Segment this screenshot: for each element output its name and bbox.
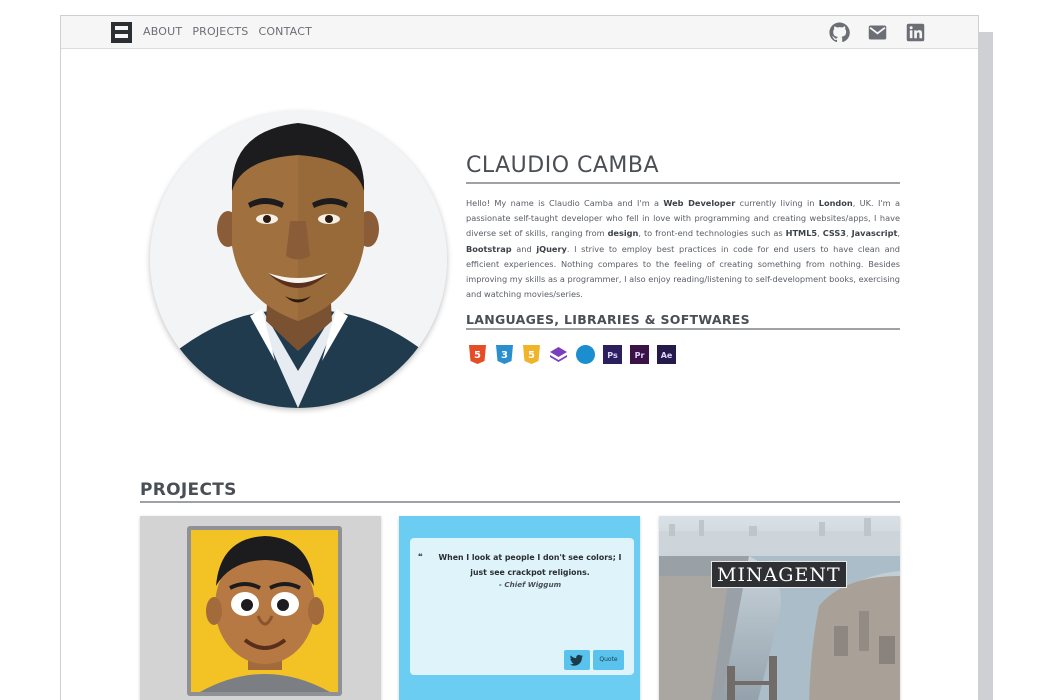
bio-text: Hello! My name is Claudio Camba and I'm … bbox=[466, 198, 664, 208]
envelope-icon[interactable] bbox=[867, 22, 888, 43]
navbar: ABOUT PROJECTS CONTACT bbox=[61, 16, 978, 49]
bio-text: , bbox=[897, 228, 900, 239]
bio-highlight: London bbox=[818, 198, 853, 208]
profile-name: CLAUDIO CAMBA bbox=[466, 153, 660, 178]
jquery-icon bbox=[576, 345, 595, 364]
bio-highlight: jQuery bbox=[536, 243, 567, 254]
nav-link-about[interactable]: ABOUT bbox=[143, 25, 182, 38]
skills-divider bbox=[466, 328, 900, 330]
linkedin-icon[interactable] bbox=[905, 22, 926, 43]
photoshop-icon: Ps bbox=[603, 345, 622, 364]
bio-highlight: HTML5 bbox=[785, 228, 818, 239]
html5-label: 5 bbox=[474, 350, 481, 361]
quote-author: - Chief Wiggum bbox=[498, 580, 562, 589]
twitter-icon bbox=[570, 654, 583, 666]
quote-text: When I look at people I don't see colors… bbox=[438, 553, 622, 577]
portrait-illustration bbox=[150, 111, 447, 408]
projects-divider bbox=[140, 501, 900, 503]
profile-avatar bbox=[150, 111, 447, 408]
after-effects-label: Ae bbox=[661, 351, 673, 360]
javascript-icon: 5 bbox=[523, 345, 540, 364]
css3-label: 3 bbox=[501, 350, 508, 361]
css3-icon: 3 bbox=[496, 345, 513, 364]
projects-heading: PROJECTS bbox=[140, 480, 237, 500]
tweet-button[interactable] bbox=[564, 650, 590, 670]
photoshop-label: Ps bbox=[607, 351, 618, 360]
quote-mark-icon: ❝ bbox=[418, 552, 423, 561]
project-card-avatar-game[interactable] bbox=[140, 516, 381, 700]
premiere-label: Pr bbox=[635, 351, 645, 360]
bootstrap-icon bbox=[550, 347, 567, 362]
bio-highlight: CSS3 bbox=[822, 228, 846, 239]
profile-bio: Hello! My name is Claudio Camba and I'm … bbox=[466, 196, 900, 302]
bio-highlight: design bbox=[607, 228, 639, 239]
project-card-minagent[interactable]: MINAGENT bbox=[659, 516, 900, 700]
html5-icon: 5 bbox=[469, 345, 486, 364]
after-effects-icon: Ae bbox=[657, 345, 676, 364]
nav-links: ABOUT PROJECTS CONTACT bbox=[143, 25, 312, 38]
bio-highlight: Javascript bbox=[851, 228, 898, 239]
quote-box: ❝ When I look at people I don't see colo… bbox=[410, 538, 634, 675]
javascript-label: 5 bbox=[528, 350, 535, 361]
bio-text: currently living in bbox=[735, 198, 819, 208]
bio-text: and bbox=[511, 243, 537, 254]
new-quote-button[interactable]: Quote bbox=[593, 650, 624, 670]
nav-link-contact[interactable]: CONTACT bbox=[258, 25, 312, 38]
skills-icon-row: 5 3 5 Ps Pr Ae bbox=[467, 344, 677, 365]
nav-link-projects[interactable]: PROJECTS bbox=[192, 25, 248, 38]
page-shadow bbox=[978, 32, 993, 700]
bio-text: , to front-end technologies such as bbox=[638, 228, 786, 239]
premiere-icon: Pr bbox=[630, 345, 649, 364]
name-divider bbox=[466, 182, 900, 184]
project-card-quote-generator[interactable]: ❝ When I look at people I don't see colo… bbox=[399, 516, 640, 700]
cartoon-avatar-thumbnail bbox=[140, 516, 381, 700]
minagent-title: MINAGENT bbox=[711, 561, 847, 588]
bio-highlight: Web Developer bbox=[663, 198, 736, 208]
bio-highlight: Bootstrap bbox=[466, 243, 512, 254]
london-cityscape-thumbnail bbox=[659, 516, 900, 700]
site-logo[interactable] bbox=[111, 22, 132, 43]
github-icon[interactable] bbox=[829, 22, 850, 43]
browser-page: ABOUT PROJECTS CONTACT CLAUDIO CAMBA Hel… bbox=[60, 15, 979, 700]
social-icons bbox=[829, 22, 926, 43]
skills-heading: LANGUAGES, LIBRARIES & SOFTWARES bbox=[466, 312, 750, 327]
